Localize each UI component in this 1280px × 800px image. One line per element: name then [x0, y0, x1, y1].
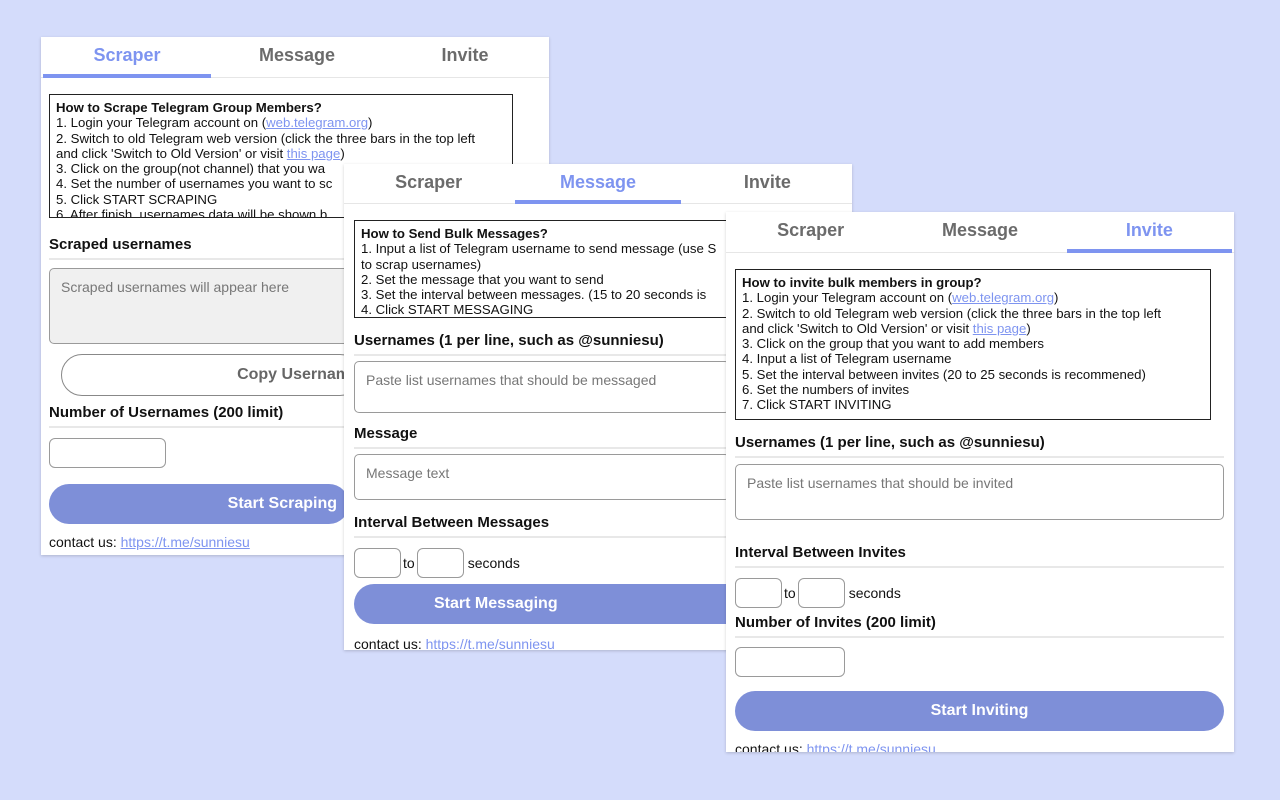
tab-invite[interactable]: Invite — [381, 37, 549, 77]
usernames-label: Usernames (1 per line, such as @sunniesu… — [354, 328, 730, 356]
contact-line: contact us: https://t.me/sunniesu — [735, 741, 1226, 752]
interval-min-input[interactable] — [735, 578, 782, 608]
howto-step: 6. Set the numbers of invites — [742, 382, 910, 398]
tab-bar: Scraper Message Invite — [41, 37, 549, 78]
howto-step: 2. Set the message that you want to send — [361, 271, 604, 287]
tab-invite[interactable]: Invite — [1065, 212, 1234, 253]
tab-scraper[interactable]: Scraper — [726, 212, 895, 252]
howto-box: How to invite bulk members in group? 1. … — [735, 269, 1211, 420]
howto-step: 1. Login your Telegram account on (web.t… — [742, 290, 1059, 306]
howto-step: 3. Set the interval between messages. (1… — [361, 287, 707, 303]
contact-label: contact us: — [49, 534, 121, 550]
howto-step: 2. Switch to old Telegram web version (c… — [742, 305, 1162, 321]
howto-title: How to Scrape Telegram Group Members? — [56, 100, 322, 115]
number-of-invites-input[interactable] — [735, 647, 845, 677]
to-label: to — [784, 585, 796, 601]
tab-message[interactable]: Message — [513, 164, 682, 204]
usernames-label: Usernames (1 per line, such as @sunniesu… — [735, 430, 1224, 458]
howto-step: 7. Click START INVITING — [742, 397, 892, 413]
tab-message[interactable]: Message — [895, 212, 1064, 252]
howto-step: 1. Login your Telegram account on (web.t… — [56, 115, 373, 131]
to-label: to — [403, 555, 415, 571]
number-of-usernames-label: Number of Usernames (200 limit) — [49, 400, 349, 428]
copy-usernames-button[interactable]: Copy Usernam — [61, 354, 361, 396]
interval-row: to seconds — [735, 578, 1226, 608]
howto-step: to scrap usernames) — [361, 256, 482, 272]
telegram-web-link[interactable]: web.telegram.org — [952, 290, 1054, 305]
contact-link[interactable]: https://t.me/sunniesu — [807, 741, 936, 752]
invite-panel: Scraper Message Invite How to invite bul… — [726, 212, 1234, 752]
howto-step: 1. Input a list of Telegram username to … — [361, 241, 717, 257]
interval-max-input[interactable] — [416, 548, 464, 578]
howto-step: and click 'Switch to Old Version' or vis… — [56, 145, 345, 161]
start-messaging-button[interactable]: Start Messaging — [354, 584, 754, 624]
number-of-usernames-input[interactable] — [49, 438, 166, 468]
this-page-link[interactable]: this page — [973, 321, 1027, 336]
usernames-textarea[interactable]: Paste list usernames that should be mess… — [354, 361, 730, 413]
this-page-link[interactable]: this page — [287, 146, 341, 161]
telegram-web-link[interactable]: web.telegram.org — [266, 115, 368, 130]
scraped-usernames-textarea[interactable]: Scraped usernames will appear here — [49, 268, 349, 344]
interval-min-input[interactable] — [354, 548, 401, 578]
scraped-usernames-label: Scraped usernames — [49, 232, 349, 260]
howto-title: How to invite bulk members in group? — [742, 275, 982, 290]
howto-step: 4. Click START MESSAGING — [361, 302, 534, 318]
tab-bar: Scraper Message Invite — [344, 164, 852, 204]
tab-scraper[interactable]: Scraper — [344, 164, 513, 203]
howto-box: How to Send Bulk Messages? 1. Input a li… — [354, 220, 774, 318]
contact-link[interactable]: https://t.me/sunniesu — [426, 636, 555, 650]
contact-link[interactable]: https://t.me/sunniesu — [121, 534, 250, 550]
seconds-label: seconds — [467, 555, 520, 571]
start-scraping-button[interactable]: Start Scraping — [49, 484, 349, 524]
tab-message[interactable]: Message — [213, 37, 381, 77]
howto-step: 3. Click on the group that you want to a… — [742, 336, 1045, 352]
number-of-invites-label: Number of Invites (200 limit) — [735, 610, 1224, 638]
howto-step: 4. Input a list of Telegram username — [742, 351, 952, 367]
seconds-label: seconds — [848, 585, 901, 601]
howto-step: 5. Set the interval between invites (20 … — [742, 366, 1146, 382]
howto-title: How to Send Bulk Messages? — [361, 226, 548, 241]
message-label: Message — [354, 421, 730, 449]
contact-label: contact us: — [735, 741, 807, 752]
message-textarea[interactable]: Message text — [354, 454, 730, 500]
interval-max-input[interactable] — [797, 578, 845, 608]
interval-label: Interval Between Invites — [735, 540, 1224, 568]
howto-step: and click 'Switch to Old Version' or vis… — [742, 320, 1031, 336]
usernames-textarea[interactable]: Paste list usernames that should be invi… — [735, 464, 1224, 520]
tab-scraper[interactable]: Scraper — [41, 37, 213, 78]
contact-label: contact us: — [354, 636, 426, 650]
tab-invite[interactable]: Invite — [683, 164, 852, 203]
start-inviting-button[interactable]: Start Inviting — [735, 691, 1224, 731]
tab-bar: Scraper Message Invite — [726, 212, 1234, 253]
howto-step: 2. Switch to old Telegram web version (c… — [56, 130, 476, 146]
interval-label: Interval Between Messages — [354, 510, 730, 538]
